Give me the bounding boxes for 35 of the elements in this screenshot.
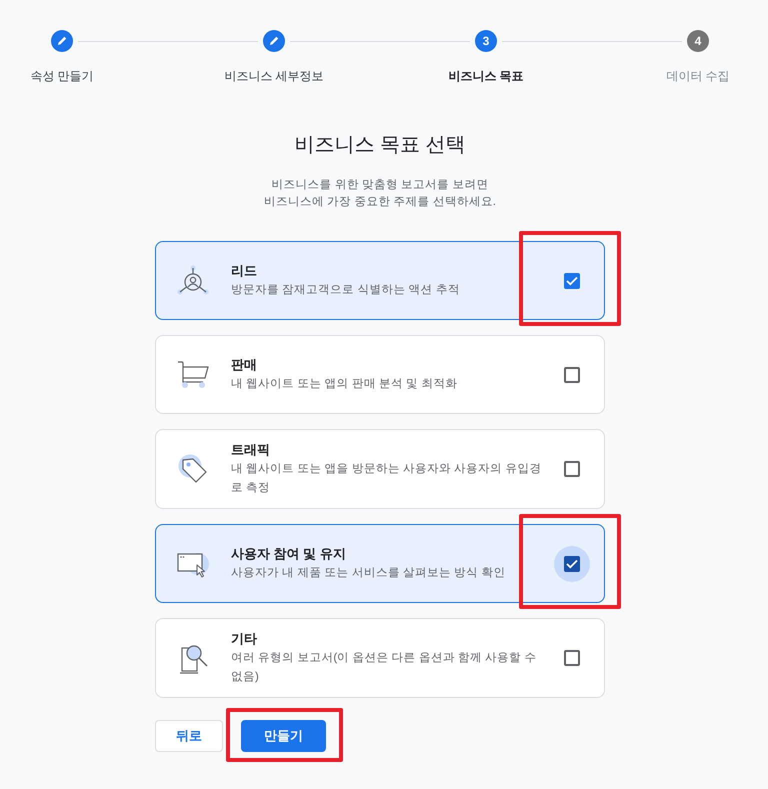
checkbox[interactable] [564,272,580,288]
checkbox[interactable] [564,366,580,382]
step-label: 속성 만들기 [30,68,94,85]
checkmark-icon [566,558,578,568]
option-title: 기타 [231,630,258,648]
option-title: 리드 [231,262,258,280]
checkmark-icon [566,276,578,286]
step-number: 4 [687,30,709,52]
goal-option-card[interactable]: 트래픽 내 웹사이트 또는 앱을 방문하는 사용자와 사용자의 유입경로 측정 [155,429,605,509]
option-description: 내 웹사이트 또는 앱을 방문하는 사용자와 사용자의 유입경로 측정 [231,462,542,496]
goal-option-card[interactable]: 리드 방문자를 잠재고객으로 식별하는 액션 추적 [155,241,605,320]
option-description: 내 웹사이트 또는 앱의 판매 분석 및 최적화 [231,377,458,392]
goal-option-card[interactable]: 판매 내 웹사이트 또는 앱의 판매 분석 및 최적화 [155,335,605,414]
create-button[interactable]: 만들기 [241,720,326,752]
option-description: 사용자가 내 제품 또는 서비스를 살펴보는 방식 확인 [231,566,506,581]
back-button[interactable]: 뒤로 [155,720,223,752]
step-label: 비즈니스 목표 [448,68,524,85]
checkbox[interactable] [564,461,580,477]
option-title: 트래픽 [231,441,271,459]
tag-icon [178,454,208,484]
checkbox[interactable] [564,650,580,666]
goal-option-card[interactable]: 사용자 참여 및 유지 사용자가 내 제품 또는 서비스를 살펴보는 방식 확인 [155,524,605,603]
option-title: 사용자 참여 및 유지 [231,545,347,563]
step-number: 3 [475,30,497,52]
page-heading: 비즈니스 목표 선택 [294,133,466,158]
step-label: 데이터 수집 [666,68,730,85]
goal-option-card[interactable]: 기타 여러 유형의 보고서(이 옵션은 다른 옵션과 함께 사용할 수 없음) [155,618,605,698]
step-label: 비즈니스 세부정보 [224,68,324,85]
checkbox[interactable] [564,556,580,572]
person-network-icon [177,264,209,296]
page-description: 비즈니스를 위한 맞춤형 보고서를 보려면 비즈니스에 가장 중요한 주제를 선택하세요. [264,178,496,210]
option-title: 판매 [231,356,258,374]
cart-icon [177,360,209,390]
option-description: 방문자를 잠재고객으로 식별하는 액션 추적 [231,283,461,298]
option-description: 여러 유형의 보고서(이 옵션은 다른 옵션과 함께 사용할 수 없음) [231,651,538,685]
